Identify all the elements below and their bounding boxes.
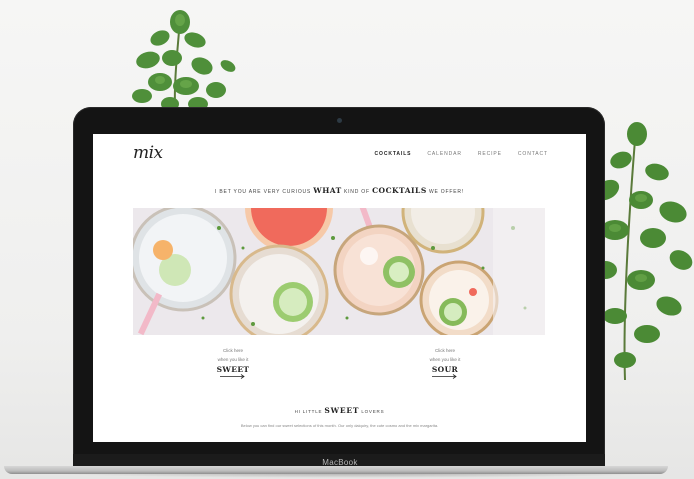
section-heading-post: LOVERS [361, 409, 385, 414]
main-nav: COCKTAILS CALENDAR RECIPE CONTACT [375, 151, 548, 157]
webcam-icon [337, 118, 342, 123]
arrow-right-icon[interactable] [220, 374, 246, 379]
cta-sweet[interactable]: Click here when you like it SWEET [203, 346, 263, 379]
plant-top-illustration [132, 10, 236, 111]
section-heading-em: SWEET [324, 406, 360, 415]
section-heading-pre: HI LITTLE [294, 409, 323, 414]
page-tagline: I BET YOU ARE VERY CURIOUS WHAT KIND OF … [93, 186, 586, 195]
tagline-em-what: WHAT [313, 186, 342, 195]
cta-sweet-line2: when you like it [217, 357, 249, 362]
nav-item-cocktails[interactable]: COCKTAILS [375, 151, 412, 157]
cta-sour-line1: Click here [434, 348, 455, 353]
section-description: Below you can find our sweet selections … [240, 423, 439, 428]
cocktails-photo-illustration [133, 208, 545, 335]
tagline-mid: KIND OF [343, 189, 370, 195]
tagline-em-cocktails: COCKTAILS [372, 186, 427, 195]
laptop-brand-label: MacBook [322, 458, 358, 467]
nav-item-contact[interactable]: CONTACT [518, 151, 548, 157]
laptop-base [4, 466, 668, 474]
cta-sour[interactable]: Click here when you like it SOUR [415, 346, 475, 379]
website-screen: mix COCKTAILS CALENDAR RECIPE CONTACT I … [93, 134, 586, 442]
section-heading: HI LITTLE SWEET LOVERS [93, 406, 586, 415]
hero-cocktail-image [133, 208, 545, 335]
nav-item-recipe[interactable]: RECIPE [478, 151, 502, 157]
arrow-right-icon[interactable] [432, 374, 458, 379]
tagline-pre: I BET YOU ARE VERY CURIOUS [215, 189, 312, 195]
cta-sour-line2: when you like it [429, 357, 461, 362]
cta-sweet-word[interactable]: SWEET [203, 365, 263, 374]
site-logo[interactable]: mix [133, 143, 163, 163]
tagline-post: WE OFFER! [428, 189, 464, 195]
cta-sweet-line1: Click here [222, 348, 243, 353]
cta-sour-word[interactable]: SOUR [415, 365, 475, 374]
nav-item-calendar[interactable]: CALENDAR [427, 151, 461, 157]
